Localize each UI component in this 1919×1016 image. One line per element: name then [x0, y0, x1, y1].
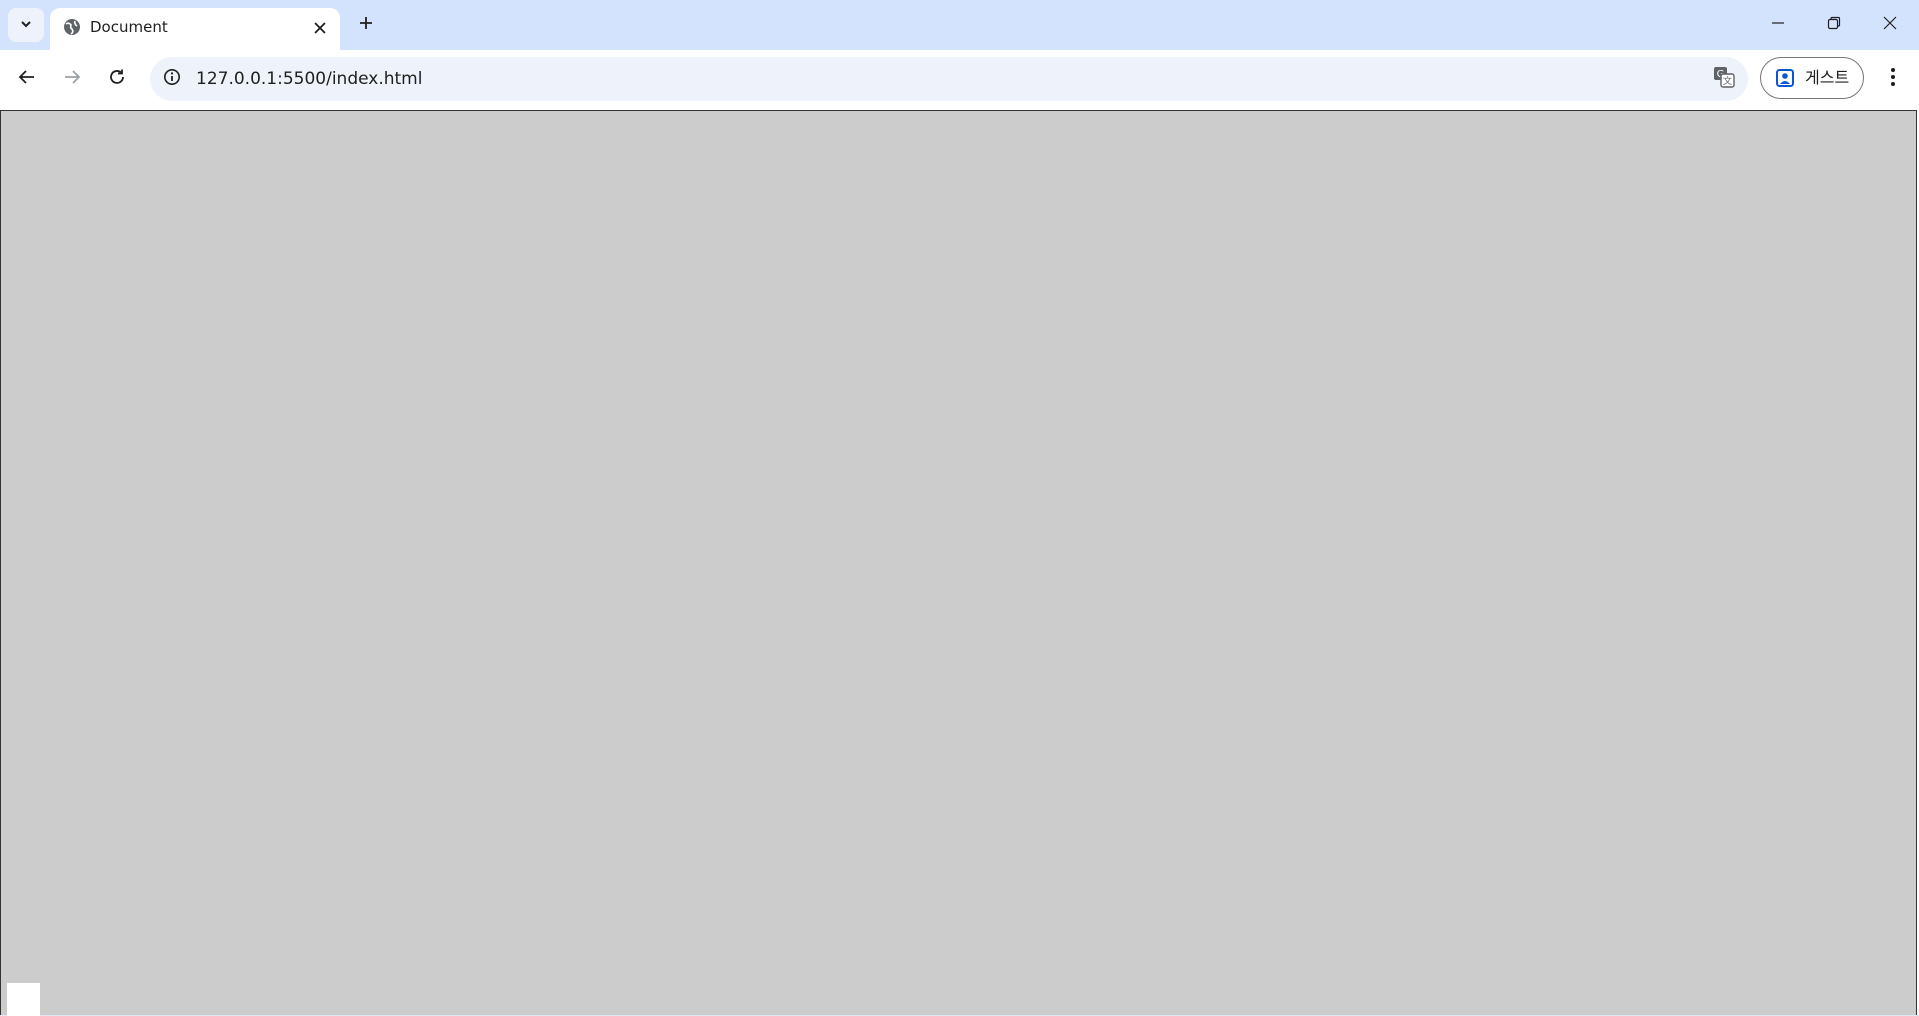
minimize-icon [1771, 15, 1785, 34]
url-text[interactable]: 127.0.0.1:5500/index.html [196, 68, 422, 90]
tab-active[interactable]: Document [50, 8, 340, 50]
site-info-button[interactable] [160, 67, 184, 91]
forward-button[interactable] [55, 62, 89, 96]
person-icon [1775, 68, 1795, 88]
address-bar[interactable]: 127.0.0.1:5500/index.html G 文 [150, 57, 1748, 101]
chevron-down-icon [19, 16, 33, 35]
close-icon [1883, 15, 1897, 34]
browser-menu-button[interactable] [1876, 62, 1910, 96]
close-window-button[interactable] [1862, 0, 1918, 48]
white-box[interactable] [7, 983, 40, 1016]
browser-toolbar: 127.0.0.1:5500/index.html G 文 게스트 [0, 50, 1919, 108]
new-tab-button[interactable] [351, 10, 381, 40]
close-icon [314, 19, 326, 38]
tab-strip: Document [0, 0, 1919, 50]
kebab-menu-icon [1890, 67, 1896, 91]
tab-title: Document [90, 18, 168, 36]
page-canvas[interactable] [0, 110, 1917, 1016]
info-icon [163, 68, 181, 90]
tab-search-button[interactable] [8, 8, 44, 42]
profile-button[interactable]: 게스트 [1760, 57, 1864, 99]
globe-icon [62, 17, 82, 37]
translate-icon: G 文 [1713, 66, 1735, 92]
reload-icon [108, 68, 126, 90]
restore-icon [1827, 15, 1841, 34]
profile-label: 게스트 [1805, 68, 1850, 87]
arrow-right-icon [63, 68, 81, 90]
tab-close-button[interactable] [308, 16, 332, 40]
plus-icon [358, 15, 374, 35]
minimize-button[interactable] [1750, 0, 1806, 48]
translate-button[interactable]: G 文 [1710, 65, 1738, 93]
reload-button[interactable] [100, 62, 134, 96]
arrow-left-icon [18, 68, 36, 90]
svg-text:文: 文 [1723, 75, 1732, 87]
back-button[interactable] [10, 62, 44, 96]
page-viewport [0, 108, 1919, 1016]
restore-button[interactable] [1806, 0, 1862, 48]
